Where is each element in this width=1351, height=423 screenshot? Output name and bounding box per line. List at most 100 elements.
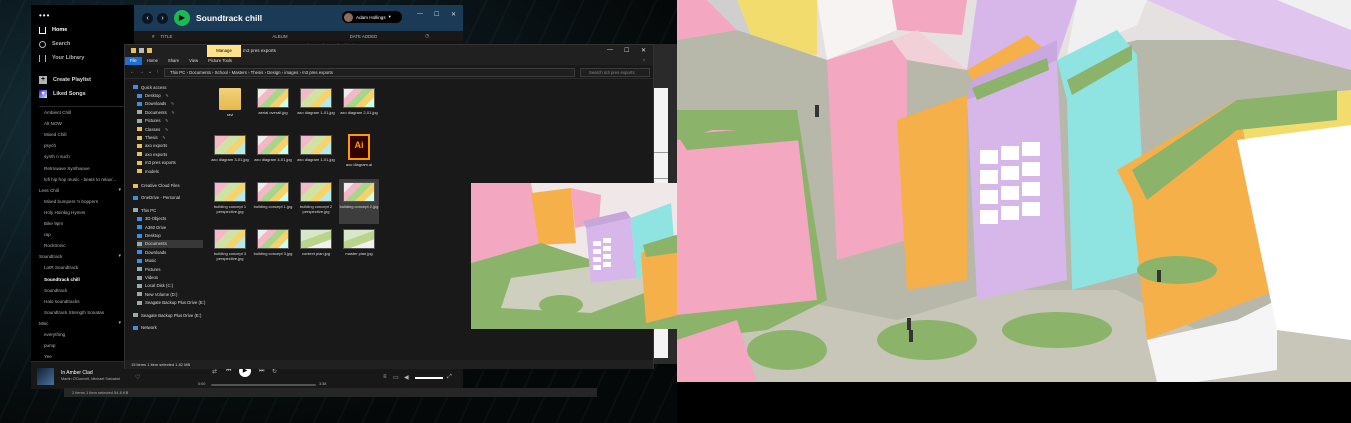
fullscreen-icon[interactable]: ⤢ [447,374,452,381]
file-item[interactable]: building concept 1.jpg [253,179,293,224]
volume-slider[interactable] [415,377,443,379]
back-arrow-icon[interactable]: ← [130,69,135,75]
tree-item[interactable]: Creative Cloud Files [133,181,180,189]
tab-file[interactable]: File [125,57,142,65]
file-item[interactable]: building concept 3 perspective.jpg [210,226,250,271]
breadcrumb-segment[interactable]: Documents [189,70,211,75]
tree-item[interactable]: New Volume (D:) [137,290,177,298]
file-item[interactable]: ravi [210,85,250,130]
playlist-item[interactable]: rap [44,229,126,240]
help-icon[interactable]: ? [643,57,645,65]
tree-item[interactable]: Local Disk (C:) [137,282,173,290]
nav-search[interactable]: Search [39,38,129,50]
close-button[interactable]: ✕ [451,11,456,18]
tree-item[interactable]: This PC [133,206,156,214]
chevron-down-icon[interactable]: ▾ [118,318,121,329]
tree-item[interactable]: Desktop ✎ [137,91,169,99]
minimize-button[interactable]: — [417,11,423,17]
play-playlist-button[interactable]: ▶ [174,10,190,26]
file-item[interactable]: aerial overall.jpg [253,85,293,130]
playlist-folder[interactable]: Less Chill ▾ [39,185,121,196]
pin-icon[interactable]: ✎ [165,93,168,98]
manage-tab[interactable]: Manage [207,45,241,57]
progress-slider[interactable] [211,384,316,386]
file-item[interactable]: master plan.jpg [339,226,379,271]
close-button[interactable]: ✕ [641,47,646,54]
pin-icon[interactable]: ✎ [165,118,168,123]
playlist-item[interactable]: LotR Soundtrack [44,262,126,273]
forward-arrow-icon[interactable]: → [139,69,144,75]
liked-songs-button[interactable]: ♥ Liked Songs [39,88,129,100]
menu-dots-button[interactable]: ••• [39,11,50,20]
breadcrumb-segment[interactable]: Design [267,70,280,75]
breadcrumb-segment[interactable]: This PC [170,70,185,75]
tree-item[interactable]: Pictures [137,265,161,273]
forward-button[interactable]: › [157,12,168,24]
playlist-item[interactable]: synth n such [44,151,126,162]
chevron-down-icon[interactable]: ▾ [118,185,121,196]
next-icon[interactable]: ⏭ [259,368,264,375]
properties-icon[interactable] [139,48,144,53]
search-input[interactable]: Search m3 pres exports [580,68,650,77]
tab-home[interactable]: Home [142,57,163,65]
tree-item[interactable]: Downloads [137,248,166,256]
pin-icon[interactable]: ✎ [162,135,165,140]
nav-library[interactable]: Your Library [39,52,129,64]
tab-view[interactable]: View [184,57,203,65]
tree-item[interactable]: OneDrive - Personal [133,194,180,202]
recent-chevron-icon[interactable]: ⌄ [148,69,152,75]
file-item[interactable]: building concept 3.jpg [253,226,293,271]
maximize-button[interactable]: ☐ [624,47,629,54]
like-heart-icon[interactable]: ♡ [135,374,140,381]
tree-item[interactable]: m3 pres exports [137,159,176,167]
file-item[interactable]: Ai axo diagram.ai [339,132,379,177]
tree-item[interactable]: Seagate Backup Plus Drive (E:) [137,299,205,307]
playlist-folder[interactable]: Soundtrack ▾ [39,251,121,262]
file-item[interactable]: context plan.jpg [296,226,336,271]
file-item[interactable]: building concept 1 perspective.jpg [210,179,250,224]
playlist-folder[interactable]: Misc ▾ [39,318,121,329]
tree-item[interactable]: Videos [137,273,158,281]
tree-item[interactable]: Classes ✎ [137,125,168,133]
new-folder-icon[interactable] [147,48,152,53]
file-item[interactable]: axo diagram 2-01.jpg [339,85,379,130]
tree-item[interactable]: Quick access [133,83,167,91]
playlist-item[interactable]: Alt NOW [44,118,126,129]
playlist-item[interactable]: Bike 9pm [44,218,126,229]
tab-share[interactable]: Share [163,57,184,65]
playlist-item[interactable]: Holy Hoinkig Hymns [44,207,126,218]
tree-item[interactable]: Music [137,257,156,265]
playlist-item[interactable]: psych [44,140,126,151]
tab-picture-tools[interactable]: Picture Tools [203,57,237,65]
shuffle-icon[interactable]: ⇄ [212,368,217,375]
tree-item[interactable]: Documents [137,239,203,249]
nav-home[interactable]: Home [39,24,129,36]
explorer-titlebar[interactable]: Manage m3 pres exports — ☐ ✕ [125,45,653,57]
tree-item[interactable]: axo exports [137,150,167,158]
tree-item[interactable]: axo exports [137,142,167,150]
playlist-item[interactable]: lofi hip hop music - beats to relax/... [44,174,126,185]
playlist-item[interactable]: Mixed Chill [44,129,126,140]
breadcrumb-segment[interactable]: Thesis [251,70,264,75]
file-item[interactable]: axo diagram 1-01.jpg [296,85,336,130]
file-item[interactable]: building concept 2 perspective.jpg [296,179,336,224]
pin-icon[interactable]: ✎ [165,127,168,132]
previous-icon[interactable]: ⏮ [226,368,231,375]
playlist-item[interactable]: Halo soundtracks [44,296,126,307]
breadcrumb-segment[interactable]: School [215,70,228,75]
playlist-item[interactable]: Rocktronic [44,240,126,251]
now-playing-artist[interactable]: Martin O'Donnell, Michael Salvatori [61,377,120,381]
file-item[interactable]: axo diagram 4-01.jpg [253,132,293,177]
file-explorer-window[interactable]: Manage m3 pres exports — ☐ ✕ File Home S… [124,44,730,369]
playlist-item[interactable]: Mixed bumpers 'n boppers [44,196,126,207]
album-art[interactable] [37,368,54,385]
now-playing-title[interactable]: In Amber Clad [61,370,93,376]
minimize-button[interactable]: — [607,47,613,53]
chevron-down-icon[interactable]: ▾ [118,251,121,262]
user-menu-button[interactable]: Adam Hollings ▾ [342,11,402,23]
tree-item[interactable]: models [137,167,159,175]
playlist-item[interactable]: Soundtrack Strength Sonatas [44,307,126,318]
volume-icon[interactable]: ◀ [404,374,409,381]
pin-icon[interactable]: ✎ [171,101,174,106]
playlist-item[interactable]: Retrowave Synthwave [44,163,126,174]
